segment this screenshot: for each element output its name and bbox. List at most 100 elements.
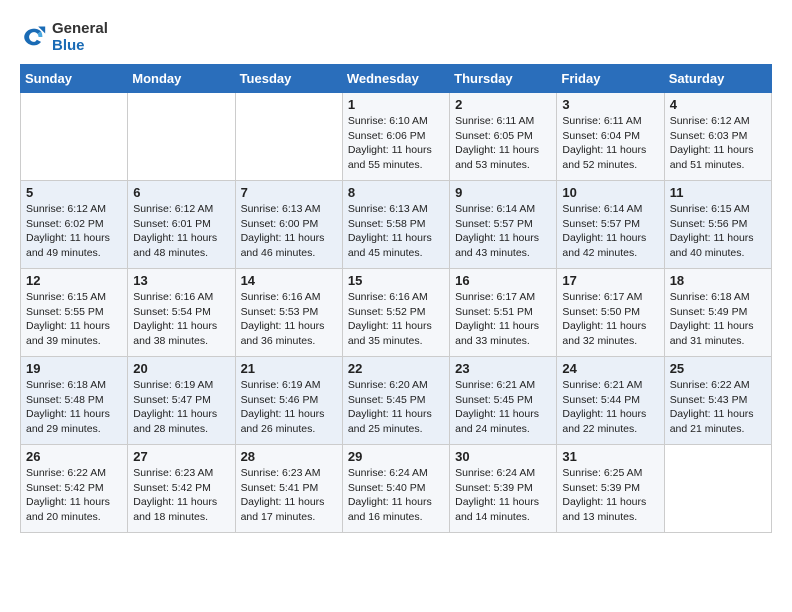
day-info: Sunrise: 6:19 AM Sunset: 5:47 PM Dayligh… — [133, 378, 229, 437]
day-number: 19 — [26, 361, 122, 376]
day-cell-2: 2Sunrise: 6:11 AM Sunset: 6:05 PM Daylig… — [450, 93, 557, 181]
day-number: 20 — [133, 361, 229, 376]
day-info: Sunrise: 6:14 AM Sunset: 5:57 PM Dayligh… — [455, 202, 551, 261]
day-number: 3 — [562, 97, 658, 112]
day-info: Sunrise: 6:13 AM Sunset: 5:58 PM Dayligh… — [348, 202, 444, 261]
day-number: 9 — [455, 185, 551, 200]
day-number: 14 — [241, 273, 337, 288]
week-row-4: 19 Sunrise: 6:18 AM Sunset: 5:48 PM Dayli… — [21, 357, 772, 445]
weekday-header-sunday: Sunday — [21, 65, 128, 93]
day-cell-24: 24 Sunrise: 6:21 AM Sunset: 5:44 PM Dayli… — [557, 357, 664, 445]
day-info: Sunrise: 6:18 AM Sunset: 5:49 PM Dayligh… — [670, 290, 766, 349]
day-info: Sunrise: 6:15 AM Sunset: 5:56 PM Dayligh… — [670, 202, 766, 261]
day-info: Sunrise: 6:17 AM Sunset: 5:51 PM Dayligh… — [455, 290, 551, 349]
day-info: Sunrise: 6:16 AM Sunset: 5:54 PM Dayligh… — [133, 290, 229, 349]
day-number: 23 — [455, 361, 551, 376]
empty-cell — [21, 93, 128, 181]
day-cell-1: 1Sunrise: 6:10 AM Sunset: 6:06 PM Daylig… — [342, 93, 449, 181]
day-info: Sunrise: 6:23 AM Sunset: 5:41 PM Dayligh… — [241, 466, 337, 525]
weekday-header-wednesday: Wednesday — [342, 65, 449, 93]
day-info: Sunrise: 6:17 AM Sunset: 5:50 PM Dayligh… — [562, 290, 658, 349]
weekday-header-friday: Friday — [557, 65, 664, 93]
day-cell-30: 30 Sunrise: 6:24 AM Sunset: 5:39 PM Dayli… — [450, 445, 557, 533]
day-info: Sunrise: 6:19 AM Sunset: 5:46 PM Dayligh… — [241, 378, 337, 437]
day-cell-31: 31Sunrise: 6:25 AM Sunset: 5:39 PM Dayli… — [557, 445, 664, 533]
day-number: 2 — [455, 97, 551, 112]
day-cell-26: 26 Sunrise: 6:22 AM Sunset: 5:42 PM Dayli… — [21, 445, 128, 533]
day-cell-15: 15 Sunrise: 6:16 AM Sunset: 5:52 PM Dayli… — [342, 269, 449, 357]
day-info: Sunrise: 6:23 AM Sunset: 5:42 PM Dayligh… — [133, 466, 229, 525]
day-info: Sunrise: 6:18 AM Sunset: 5:48 PM Dayligh… — [26, 378, 122, 437]
day-number: 26 — [26, 449, 122, 464]
day-cell-18: 18 Sunrise: 6:18 AM Sunset: 5:49 PM Dayli… — [664, 269, 771, 357]
logo-text: General Blue — [52, 20, 108, 54]
logo: General Blue — [20, 20, 108, 54]
logo-icon — [20, 23, 48, 51]
day-info: Sunrise: 6:22 AM Sunset: 5:42 PM Dayligh… — [26, 466, 122, 525]
day-cell-11: 11 Sunrise: 6:15 AM Sunset: 5:56 PM Dayli… — [664, 181, 771, 269]
day-cell-3: 3Sunrise: 6:11 AM Sunset: 6:04 PM Daylig… — [557, 93, 664, 181]
weekday-header-monday: Monday — [128, 65, 235, 93]
weekday-header-tuesday: Tuesday — [235, 65, 342, 93]
day-cell-27: 27 Sunrise: 6:23 AM Sunset: 5:42 PM Dayli… — [128, 445, 235, 533]
day-cell-21: 21 Sunrise: 6:19 AM Sunset: 5:46 PM Dayli… — [235, 357, 342, 445]
day-number: 28 — [241, 449, 337, 464]
day-cell-12: 12 Sunrise: 6:15 AM Sunset: 5:55 PM Dayli… — [21, 269, 128, 357]
empty-cell — [664, 445, 771, 533]
day-number: 8 — [348, 185, 444, 200]
day-cell-16: 16Sunrise: 6:17 AM Sunset: 5:51 PM Dayli… — [450, 269, 557, 357]
day-cell-7: 7 Sunrise: 6:13 AM Sunset: 6:00 PM Daylig… — [235, 181, 342, 269]
day-info: Sunrise: 6:24 AM Sunset: 5:40 PM Dayligh… — [348, 466, 444, 525]
day-number: 29 — [348, 449, 444, 464]
day-info: Sunrise: 6:14 AM Sunset: 5:57 PM Dayligh… — [562, 202, 658, 261]
day-cell-25: 25 Sunrise: 6:22 AM Sunset: 5:43 PM Dayli… — [664, 357, 771, 445]
day-info: Sunrise: 6:12 AM Sunset: 6:01 PM Dayligh… — [133, 202, 229, 261]
day-info: Sunrise: 6:16 AM Sunset: 5:53 PM Dayligh… — [241, 290, 337, 349]
day-cell-4: 4 Sunrise: 6:12 AM Sunset: 6:03 PM Daylig… — [664, 93, 771, 181]
day-info: Sunrise: 6:21 AM Sunset: 5:44 PM Dayligh… — [562, 378, 658, 437]
day-cell-19: 19 Sunrise: 6:18 AM Sunset: 5:48 PM Dayli… — [21, 357, 128, 445]
day-number: 7 — [241, 185, 337, 200]
day-cell-22: 22 Sunrise: 6:20 AM Sunset: 5:45 PM Dayli… — [342, 357, 449, 445]
day-info: Sunrise: 6:20 AM Sunset: 5:45 PM Dayligh… — [348, 378, 444, 437]
day-number: 24 — [562, 361, 658, 376]
day-cell-10: 10 Sunrise: 6:14 AM Sunset: 5:57 PM Dayli… — [557, 181, 664, 269]
day-number: 31 — [562, 449, 658, 464]
day-number: 25 — [670, 361, 766, 376]
day-number: 18 — [670, 273, 766, 288]
day-number: 15 — [348, 273, 444, 288]
week-row-2: 5 Sunrise: 6:12 AM Sunset: 6:02 PM Daylig… — [21, 181, 772, 269]
calendar-table: SundayMondayTuesdayWednesdayThursdayFrid… — [20, 64, 772, 533]
day-info: Sunrise: 6:12 AM Sunset: 6:03 PM Dayligh… — [670, 114, 766, 173]
day-cell-6: 6 Sunrise: 6:12 AM Sunset: 6:01 PM Daylig… — [128, 181, 235, 269]
day-info: Sunrise: 6:12 AM Sunset: 6:02 PM Dayligh… — [26, 202, 122, 261]
day-info: Sunrise: 6:24 AM Sunset: 5:39 PM Dayligh… — [455, 466, 551, 525]
week-row-3: 12 Sunrise: 6:15 AM Sunset: 5:55 PM Dayli… — [21, 269, 772, 357]
day-cell-28: 28 Sunrise: 6:23 AM Sunset: 5:41 PM Dayli… — [235, 445, 342, 533]
weekday-header-thursday: Thursday — [450, 65, 557, 93]
day-number: 1 — [348, 97, 444, 112]
day-cell-17: 17Sunrise: 6:17 AM Sunset: 5:50 PM Dayli… — [557, 269, 664, 357]
day-info: Sunrise: 6:16 AM Sunset: 5:52 PM Dayligh… — [348, 290, 444, 349]
day-number: 5 — [26, 185, 122, 200]
day-cell-23: 23Sunrise: 6:21 AM Sunset: 5:45 PM Dayli… — [450, 357, 557, 445]
day-number: 6 — [133, 185, 229, 200]
week-row-5: 26 Sunrise: 6:22 AM Sunset: 5:42 PM Dayli… — [21, 445, 772, 533]
day-info: Sunrise: 6:22 AM Sunset: 5:43 PM Dayligh… — [670, 378, 766, 437]
day-number: 12 — [26, 273, 122, 288]
day-number: 11 — [670, 185, 766, 200]
day-number: 22 — [348, 361, 444, 376]
day-cell-20: 20 Sunrise: 6:19 AM Sunset: 5:47 PM Dayli… — [128, 357, 235, 445]
day-info: Sunrise: 6:13 AM Sunset: 6:00 PM Dayligh… — [241, 202, 337, 261]
weekday-header-saturday: Saturday — [664, 65, 771, 93]
day-cell-29: 29 Sunrise: 6:24 AM Sunset: 5:40 PM Dayli… — [342, 445, 449, 533]
day-number: 4 — [670, 97, 766, 112]
empty-cell — [235, 93, 342, 181]
day-number: 21 — [241, 361, 337, 376]
day-number: 30 — [455, 449, 551, 464]
day-number: 10 — [562, 185, 658, 200]
day-cell-9: 9 Sunrise: 6:14 AM Sunset: 5:57 PM Daylig… — [450, 181, 557, 269]
day-info: Sunrise: 6:15 AM Sunset: 5:55 PM Dayligh… — [26, 290, 122, 349]
day-number: 27 — [133, 449, 229, 464]
empty-cell — [128, 93, 235, 181]
